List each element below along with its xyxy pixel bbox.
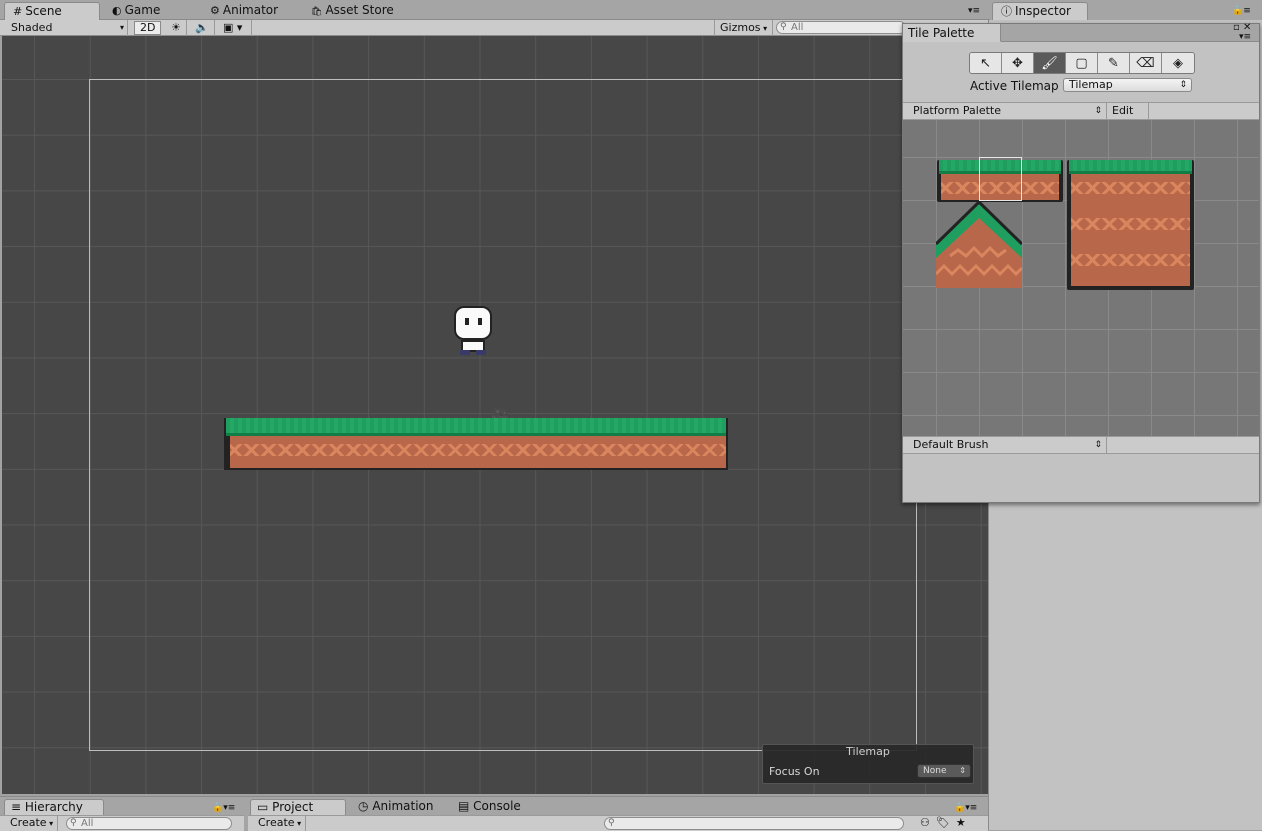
pacman-icon: ◐ xyxy=(112,4,122,17)
grid-icon: # xyxy=(13,5,23,18)
hierarchy-create-button[interactable]: Create ▾ xyxy=(6,816,59,831)
dropdown-arrow-icon: ⇕ xyxy=(1179,80,1187,90)
search-icon: ⚲ xyxy=(780,22,787,32)
tilemap-overlay-title: Tilemap xyxy=(846,745,890,758)
lock-icon[interactable]: 🔒▾≡ xyxy=(212,803,235,813)
clock-icon: ◷ xyxy=(358,799,369,813)
active-tilemap-dropdown[interactable]: Tilemap ⇕ xyxy=(1063,78,1192,92)
scene-search-input[interactable]: ⚲ All xyxy=(776,21,906,34)
dropdown-arrow-icon: ▾ xyxy=(119,23,124,32)
inspector-tab-strip: ⓘ Inspector 🔒≡ xyxy=(990,0,1262,20)
focus-on-label: Focus On xyxy=(769,765,820,778)
project-filter-icons[interactable]: ⚇🏷★ xyxy=(920,816,972,829)
panel-menu-icon[interactable]: ▾≡ xyxy=(1239,32,1251,42)
list-icon: ≡ xyxy=(11,800,25,814)
audio-icon[interactable]: 🔈 xyxy=(190,20,215,36)
edit-palette-button[interactable]: Edit xyxy=(1107,103,1149,119)
lock-icon[interactable]: 🔒≡ xyxy=(1232,6,1251,16)
character-eye xyxy=(478,318,482,325)
dropdown-arrow-icon: ⇕ xyxy=(1094,106,1102,116)
gizmos-dropdown[interactable]: Gizmos ▾ xyxy=(714,20,774,36)
shopping-bag-icon: 🛍 xyxy=(311,7,323,17)
brush-dropdown[interactable]: Default Brush ⇕ xyxy=(907,437,1107,453)
lighting-icon[interactable]: ☀ xyxy=(166,20,187,36)
slope-tile-graphic xyxy=(934,199,1024,288)
panel-menu-icon[interactable]: ▾≡ xyxy=(968,6,980,16)
tile-dirt xyxy=(1071,174,1190,286)
animator-icon: ⚙ xyxy=(210,4,220,17)
tile-dirt-wave xyxy=(1071,254,1190,266)
tab-game[interactable]: ◐ Game xyxy=(104,2,168,20)
tile-dirt-wave xyxy=(1071,218,1190,230)
dropdown-arrow-icon: ⇕ xyxy=(1094,440,1102,450)
scene-view[interactable]: 🎥 xyxy=(2,36,988,794)
select-tool-icon[interactable]: ↖ xyxy=(970,53,1002,73)
effects-icon[interactable]: ▣ ▾ xyxy=(218,20,252,36)
tab-project[interactable]: ▭ Project xyxy=(250,799,346,815)
palette-dropdown[interactable]: Platform Palette ⇕ xyxy=(907,103,1107,119)
console-icon: ▤ xyxy=(458,799,470,813)
folder-icon: ▭ xyxy=(257,800,269,814)
character-eye xyxy=(465,318,469,325)
tilemap-overlay: Tilemap Focus On None ⇕ xyxy=(762,744,974,784)
paint-tool-icon[interactable]: 🖌 xyxy=(1034,53,1066,73)
brush-selector-bar: Default Brush ⇕ xyxy=(903,436,1259,454)
active-tilemap-label: Active Tilemap xyxy=(970,79,1059,93)
tile-block[interactable] xyxy=(1067,160,1194,290)
ground-platform[interactable] xyxy=(224,418,728,470)
palette-grid[interactable] xyxy=(903,120,1259,436)
project-search-input[interactable]: ⚲ xyxy=(604,817,904,830)
hierarchy-search-input[interactable]: ⚲ All xyxy=(66,817,232,830)
picker-tool-icon[interactable]: ✎ xyxy=(1098,53,1130,73)
shading-mode-dropdown[interactable]: Shaded ▾ xyxy=(6,20,128,36)
palette-toolbar: ↖ ✥ 🖌 ▢ ✎ ⌫ ◈ xyxy=(969,52,1195,74)
lock-icon[interactable]: 🔒▾≡ xyxy=(954,803,977,813)
platform-grass xyxy=(226,418,726,436)
move-tool-icon[interactable]: ✥ xyxy=(1002,53,1034,73)
character-foot xyxy=(476,350,486,355)
box-fill-tool-icon[interactable]: ▢ xyxy=(1066,53,1098,73)
tab-asset-store[interactable]: 🛍 Asset Store xyxy=(303,2,402,20)
tile-slope[interactable] xyxy=(934,199,1024,288)
tab-scene[interactable]: # Scene xyxy=(4,2,100,20)
tab-hierarchy[interactable]: ≡ Hierarchy xyxy=(4,799,104,815)
tab-console[interactable]: ▤ Console xyxy=(452,799,527,815)
tab-tile-palette[interactable]: Tile Palette xyxy=(903,24,1001,42)
tile-grass xyxy=(1069,160,1192,174)
flood-fill-tool-icon[interactable]: ◈ xyxy=(1162,53,1194,73)
tile-selection xyxy=(979,157,1022,201)
bottom-panels: ≡ Hierarchy 🔒▾≡ Create ▾ ⚲ All ▭ Project … xyxy=(0,796,988,831)
player-character[interactable] xyxy=(452,306,494,358)
focus-on-dropdown[interactable]: None ⇕ xyxy=(917,764,971,778)
tab-animation[interactable]: ◷ Animation xyxy=(352,799,440,815)
character-head xyxy=(454,306,492,340)
scene-toolbar: Shaded ▾ 2D ☀ 🔈 ▣ ▾ Gizmos ▾ ⚲ All xyxy=(0,20,988,36)
project-toolbar: Create ▾ ⚲ ⚇🏷★ xyxy=(248,815,988,831)
erase-tool-icon[interactable]: ⌫ xyxy=(1130,53,1162,73)
project-create-button[interactable]: Create ▾ xyxy=(254,816,307,831)
2d-toggle[interactable]: 2D xyxy=(134,21,162,35)
search-icon: ⚲ xyxy=(608,818,615,828)
platform-dirt xyxy=(230,436,726,468)
info-icon: ⓘ xyxy=(1001,5,1012,18)
tab-inspector[interactable]: ⓘ Inspector xyxy=(992,2,1088,20)
palette-selector-bar: Platform Palette ⇕ Edit xyxy=(903,102,1259,120)
character-foot xyxy=(460,350,470,355)
hierarchy-toolbar: Create ▾ ⚲ All xyxy=(0,815,244,831)
search-icon: ⚲ xyxy=(70,818,77,828)
tile-palette-window: Tile Palette ▫ ✕ ▾≡ ↖ ✥ 🖌 ▢ ✎ ⌫ ◈ Active… xyxy=(902,22,1260,503)
tab-animator[interactable]: ⚙ Animator xyxy=(202,2,286,20)
